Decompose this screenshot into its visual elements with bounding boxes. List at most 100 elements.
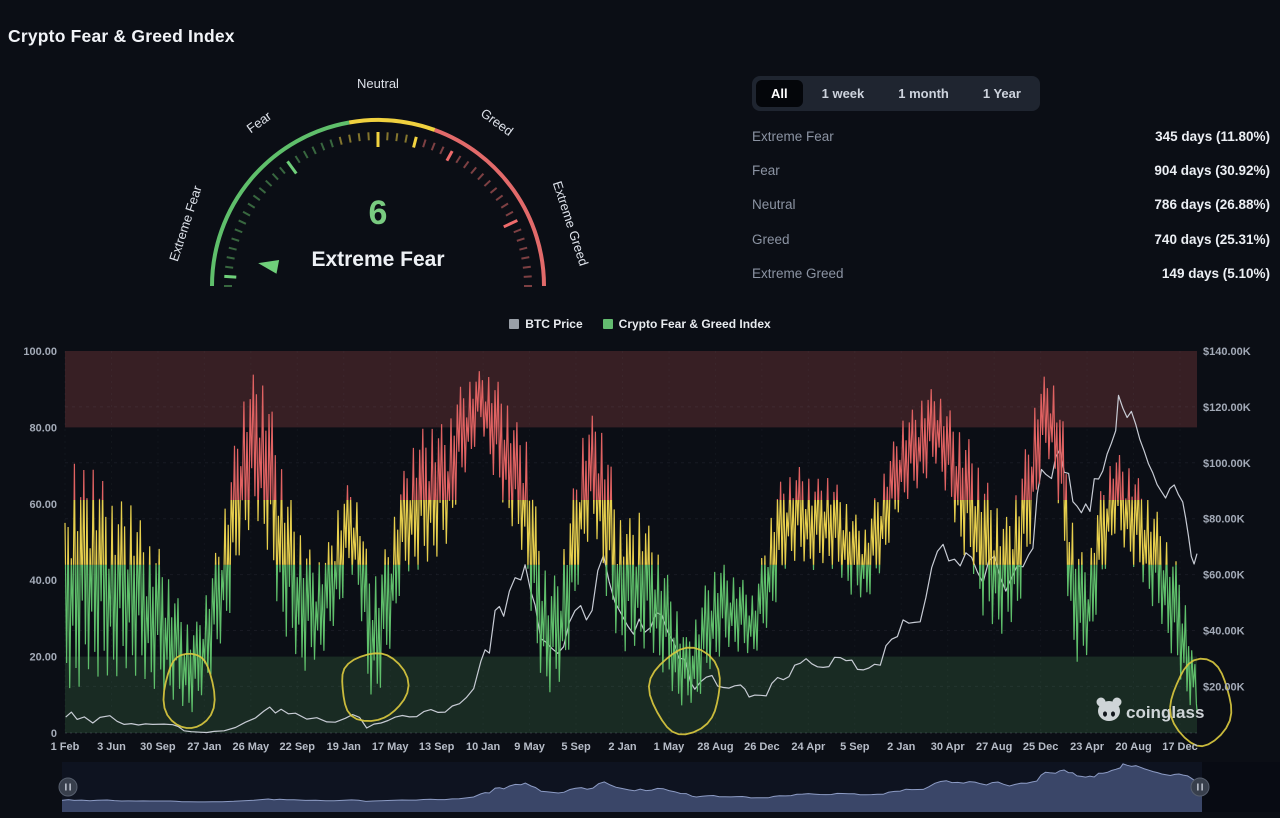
stat-value: 904 days (30.92%) [1154,163,1270,178]
tab-1-week[interactable]: 1 week [807,80,880,107]
gauge-tick [321,143,324,150]
grip-icon [65,784,67,791]
x-axis-label: 26 May [232,741,270,753]
gauge-tick [504,220,518,226]
page-title: Crypto Fear & Greed Index [8,26,235,47]
x-axis-label: 5 Sep [840,741,870,753]
navigator-left-handle[interactable] [59,778,77,796]
tab-1-month[interactable]: 1 month [883,80,964,107]
gauge-tick [368,132,369,140]
x-axis-label: 17 May [372,741,410,753]
gauge-tick [519,248,527,250]
gauge-tick [227,257,235,258]
gauge-zone-labels: Extreme FearFearNeutralGreedExtreme Gree… [166,76,591,268]
grip-icon [1197,784,1199,791]
stat-label: Extreme Fear [752,129,834,144]
legend-item-fear-greed[interactable]: Crypto Fear & Greed Index [603,317,771,331]
gauge-tick [432,143,435,150]
gauge-tick [253,195,259,200]
legend-item-btc-price[interactable]: BTC Price [509,317,582,331]
gauge-tick [478,174,483,180]
stat-value: 740 days (25.31%) [1154,232,1270,247]
y-left-label: 40.00 [29,575,57,587]
stat-row-greed: Greed 740 days (25.31%) [752,222,1270,256]
gauge-tick [521,257,529,258]
x-axis-label: 30 Apr [931,741,966,753]
gauge-tick [295,156,299,163]
legend-label: BTC Price [525,317,582,331]
gauge-tick [266,181,272,186]
x-axis-label: 10 Jan [466,741,501,753]
y-right-label: $100.00K [1203,458,1251,470]
gauge-zone-label: Neutral [357,76,399,91]
tab-all[interactable]: All [756,80,803,107]
gauge-tick [440,147,443,154]
x-axis-label: 27 Jan [187,741,222,753]
y-right-label: $120.00K [1203,402,1251,414]
y-right-label: $60.00K [1203,570,1245,582]
stat-value: 345 days (11.80%) [1155,129,1270,144]
fear-greed-swatch [603,319,613,329]
zone-stats-list: Extreme Fear 345 days (11.80%) Fear 904 … [752,119,1270,291]
gauge-tick [229,248,237,250]
gauge-zone-label: Greed [478,105,516,138]
gauge-tick [349,135,350,143]
fear-greed-line [65,500,1176,565]
navigator-right-handle[interactable] [1191,778,1209,796]
x-axis-label: 19 Jan [327,741,362,753]
x-axis-label: 20 Aug [1115,741,1151,753]
history-chart-block: BTC Price Crypto Fear & Greed Index coin… [0,310,1280,818]
stat-row-extreme-fear: Extreme Fear 345 days (11.80%) [752,119,1270,153]
y-left-label: 60.00 [29,499,57,511]
gauge-value: 6 [369,194,388,232]
gauge-tick [312,147,315,154]
gauge-tick [423,140,425,148]
stat-value: 786 days (26.88%) [1154,197,1270,212]
gauge-zone-label: Extreme Fear [166,183,205,263]
y-left-label: 20.00 [29,652,57,664]
x-axis-label: 25 Dec [1023,741,1058,753]
stat-label: Greed [752,232,790,247]
x-axis-label: 30 Sep [140,741,176,753]
y-right-label: $140.00K [1203,346,1251,358]
gauge-tick [471,167,476,173]
gauge-tick [287,161,296,173]
y-left-label: 100.00 [23,346,57,358]
tab-1-year[interactable]: 1 Year [968,80,1036,107]
x-axis-label: 26 Dec [744,741,779,753]
gauge-tick [396,133,397,141]
x-axis-label: 3 Jun [97,741,126,753]
gauge-tick [523,267,531,268]
gauge-tick [235,229,242,232]
band-extreme-fear [65,657,1197,733]
gauge-tick [501,203,508,207]
gauge-tick [484,181,490,186]
stat-label: Neutral [752,197,796,212]
coinglass-watermark-text: coinglass [1126,703,1204,722]
x-axis-label: 27 Aug [976,741,1012,753]
x-axis-label: 1 May [654,741,685,753]
gauge-tick [496,195,502,200]
x-axis-label: 2 Jan [608,741,636,753]
y-right-label: $20.00K [1203,681,1245,693]
gauge-arc [349,120,435,130]
time-range-tabs: All 1 week 1 month 1 Year [752,76,1040,111]
x-axis-label: 28 Aug [697,741,733,753]
band-extreme-greed [65,351,1197,427]
x-axis-label: 13 Sep [419,741,455,753]
gauge-tick [232,238,240,240]
gauge-zone-label: Extreme Greed [550,179,592,267]
fear-greed-gauge: Extreme FearFearNeutralGreedExtreme Gree… [148,66,608,310]
x-axis-label: 1 Feb [51,741,80,753]
x-axis-label: 2 Jan [887,741,915,753]
navigator-unselected-region [1202,762,1280,812]
gauge-tick [405,135,406,143]
gauge-tick [340,137,342,145]
gauge-tick [248,203,255,207]
navigator[interactable] [59,762,1280,812]
x-axis-label: 22 Sep [280,741,316,753]
fear-greed-history-chart[interactable]: coinglass100.0080.0060.0040.0020.000$140… [0,310,1280,815]
y-right-label: $80.00K [1203,514,1245,526]
gauge-tick [524,276,532,277]
gauge-tick [447,151,452,161]
